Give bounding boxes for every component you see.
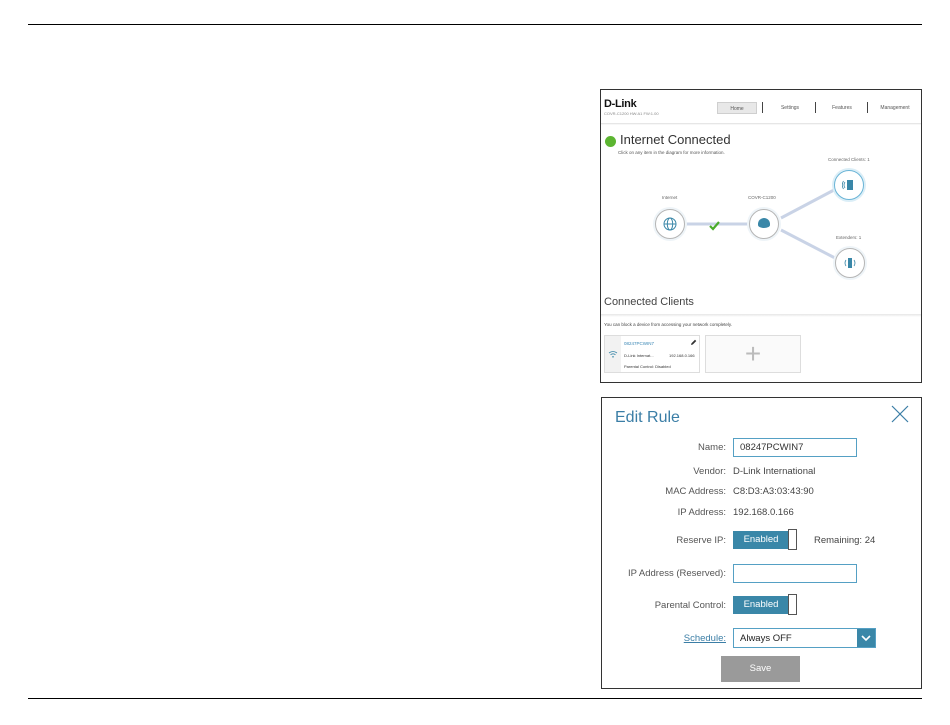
reserve-ip-toggle[interactable]: Enabled [733,529,798,551]
vendor-label: Vendor: [693,466,726,477]
client-name: 08247PCWIN7 [624,341,655,346]
home-screenshot: D-Link COVR-C1200 HW:A1 FW:1.00 Home Set… [600,89,922,383]
chevron-down-icon [861,635,871,642]
dropdown-toggle[interactable] [857,629,875,647]
extenders-label: Extenders: 1 [836,235,862,240]
save-button[interactable]: Save [721,656,800,682]
toggle-knob [788,594,797,615]
globe-icon [663,217,677,231]
client-card[interactable]: 08247PCWIN7 D-Link Internat... 192.168.0… [604,335,700,373]
top-rule [28,24,922,25]
reserve-ip-state: Enabled [733,531,789,549]
edit-rule-dialog: Edit Rule Name: Vendor: D-Link Internati… [601,397,922,689]
bottom-rule [28,698,922,699]
extender-icon [844,258,856,268]
close-icon[interactable] [890,404,910,424]
reserved-ip-input[interactable] [733,564,857,583]
ip-label: IP Address: [677,507,726,518]
client-ip: 192.168.0.166 [669,353,695,358]
parental-control-toggle[interactable]: Enabled [733,594,798,616]
client-vendor: D-Link Internat... [624,353,654,358]
internet-node[interactable] [655,209,685,239]
dialog-title: Edit Rule [615,409,680,426]
router-label: COVR-C1200 [748,195,776,200]
schedule-value: Always OFF [740,633,792,644]
router-node[interactable] [749,209,779,239]
parental-control-state: Enabled [733,596,789,614]
client-parental-status: Parental Control: Disabled [624,364,671,369]
vendor-value: D-Link International [733,466,816,477]
mac-label: MAC Address: [665,486,726,497]
internet-label: Internet [662,195,678,200]
client-device-icon [842,180,853,190]
reserved-ip-label: IP Address (Reserved): [627,568,726,579]
schedule-link[interactable]: Schedule: [684,633,726,644]
reserve-ip-label: Reserve IP: [676,535,726,546]
connected-clients-title: Connected Clients [604,296,694,308]
router-icon [758,218,770,228]
network-lines [685,188,836,260]
connected-clients-hint: You can block a device from accessing yo… [604,322,733,327]
schedule-select[interactable]: Always OFF [733,628,876,648]
clients-label: Connected Clients: 1 [828,157,870,162]
plus-icon: + [744,338,762,369]
wifi-icon [608,351,618,358]
ip-value: 192.168.0.166 [733,507,794,518]
clients-node[interactable] [834,170,864,200]
remaining-count: Remaining: 24 [814,535,876,546]
name-input[interactable] [733,438,857,457]
name-label: Name: [698,442,726,453]
edit-pencil-icon[interactable] [690,339,697,346]
section-divider [601,314,921,317]
mac-value: C8:D3:A3:03:43:90 [733,486,814,497]
parental-control-label: Parental Control: [654,600,726,611]
extenders-node[interactable] [835,248,865,278]
add-client-card[interactable]: + [705,335,801,373]
toggle-knob [788,529,797,550]
